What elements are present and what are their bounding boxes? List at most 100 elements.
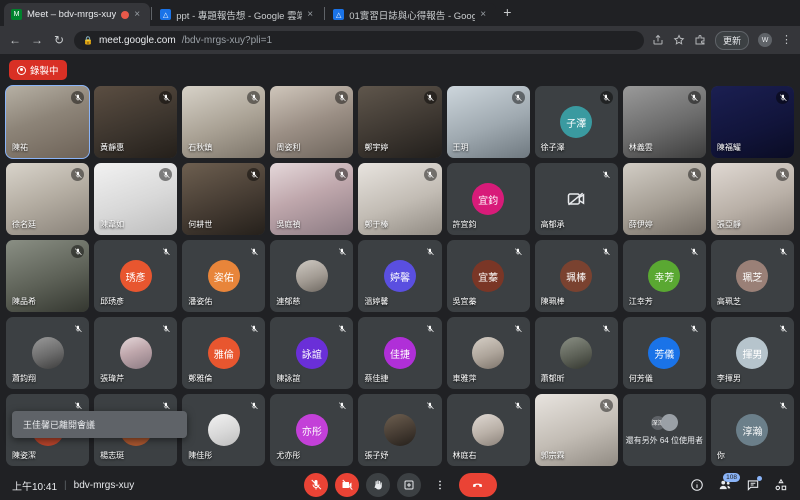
mic-muted-icon — [511, 91, 525, 104]
bookmark-star-icon[interactable] — [673, 34, 685, 46]
mic-muted-icon — [335, 322, 348, 335]
close-icon[interactable]: × — [134, 9, 143, 20]
forward-icon[interactable]: → — [30, 34, 44, 46]
participant-tile[interactable]: 石秋鎮 — [182, 86, 266, 158]
close-icon[interactable]: × — [480, 9, 489, 20]
avatar: 姿佑 — [207, 260, 240, 292]
mic-muted-icon — [423, 91, 437, 104]
avatar: 雅倫 — [207, 337, 240, 369]
address-bar[interactable]: 🔒 meet.google.com/bdv-mrgs-xuy?pli=1 — [74, 30, 644, 50]
participant-tile[interactable]: 珮芝 高珮芝 — [710, 240, 794, 312]
participant-tile[interactable]: 鄭于榛 — [358, 163, 442, 235]
tab-divider — [151, 6, 153, 20]
participant-tile[interactable]: 周姿利 — [270, 86, 354, 158]
participant-tile[interactable]: 高郁承 — [534, 163, 618, 235]
lock-icon: 🔒 — [83, 35, 93, 45]
participant-tile[interactable]: 陳品希 — [6, 240, 90, 312]
participant-name: 陳姿潔 — [12, 451, 36, 460]
participant-tile[interactable]: 詠誼 陳詠誼 — [270, 317, 354, 389]
participant-name: 潘姿佑 — [188, 297, 213, 306]
participant-tile[interactable]: 陳佳彤 — [182, 394, 266, 466]
mic-off-button[interactable] — [303, 473, 328, 497]
participant-name: 吳庭禎 — [276, 220, 301, 229]
participant-tile[interactable]: 子澤 徐子澤 — [534, 86, 618, 158]
participant-tile[interactable]: 珮棒 陳珮棒 — [534, 240, 618, 312]
mic-muted-icon — [247, 322, 260, 335]
participant-tile[interactable]: 佳捷 蔡佳捷 — [358, 317, 442, 389]
meeting-details-button[interactable] — [689, 478, 704, 493]
participant-tile[interactable]: 鄭宇婷 — [358, 86, 442, 158]
participant-tile[interactable]: 黃靜惠 — [94, 86, 178, 158]
chat-button[interactable] — [745, 475, 762, 493]
share-icon[interactable] — [652, 34, 664, 46]
participant-tile[interactable]: 琇彥 邱琇彥 — [94, 240, 178, 312]
participant-name: 陳品希 — [12, 297, 36, 306]
participant-tile[interactable]: 連郁慈 — [270, 240, 354, 312]
profile-avatar[interactable]: W — [758, 33, 772, 47]
participant-tile[interactable]: 淳瀚你 — [710, 394, 794, 466]
present-button[interactable] — [396, 473, 421, 497]
mic-muted-icon — [424, 399, 437, 412]
browser-menu-icon[interactable]: ⋮ — [781, 34, 792, 46]
camera-off-button[interactable] — [334, 473, 359, 497]
mic-muted-icon — [335, 399, 348, 412]
participant-tile[interactable]: 蕭鈞翔 — [6, 317, 90, 389]
more-options-button[interactable] — [428, 473, 452, 497]
raise-hand-button[interactable] — [365, 473, 390, 497]
participant-name: 李揮男 — [716, 374, 741, 383]
participant-tile[interactable]: 陳韋如 — [94, 163, 178, 235]
participant-tile[interactable]: 宜蓁 吳宜蓁 — [446, 240, 530, 312]
back-icon[interactable]: ← — [8, 34, 22, 46]
avatar — [295, 260, 328, 292]
mic-muted-icon — [599, 91, 613, 104]
participant-tile[interactable]: 林義雲 — [622, 86, 706, 158]
participant-tile[interactable]: 何耕世 — [182, 163, 266, 235]
participant-tile[interactable]: 吳庭禎 — [270, 163, 354, 235]
separator: | — [64, 479, 67, 491]
browser-tab-journal[interactable]: △ 01實習日誌與心得報告 - Google × — [326, 3, 497, 26]
participant-name: 蔡佳捷 — [364, 374, 389, 383]
participant-tile[interactable]: 陳祐 — [4, 85, 91, 159]
close-icon[interactable]: × — [307, 9, 316, 20]
mic-muted-icon — [776, 322, 789, 335]
browser-tab-meet[interactable]: M Meet – bdv-mrgs-xuy × — [4, 3, 151, 26]
participant-tile[interactable]: 張子妤 — [358, 394, 442, 466]
participant-tile[interactable]: 郭宗霖 — [534, 394, 618, 466]
avatar: 揮男 — [736, 337, 769, 369]
mic-muted-icon — [512, 322, 525, 335]
participants-button[interactable]: 108 — [717, 472, 740, 493]
activities-button[interactable] — [773, 478, 788, 493]
participant-tile[interactable]: 車雅萍 — [446, 317, 530, 389]
participant-tile[interactable]: 林庭右 — [446, 394, 530, 466]
participant-tile[interactable]: 蕭郁昕 — [534, 317, 618, 389]
participant-tile[interactable]: 芳儀 何芳儀 — [622, 317, 706, 389]
participant-tile[interactable]: 幸芳 江幸芳 — [622, 240, 706, 312]
new-tab-button[interactable]: + — [496, 5, 518, 21]
mic-muted-icon — [600, 168, 613, 181]
participant-tile[interactable]: 婷馨 溫婷馨 — [358, 240, 442, 312]
participant-name: 薛伊婷 — [628, 220, 653, 229]
participant-tile[interactable]: 徐名廷 — [6, 163, 90, 235]
participant-tile[interactable]: 薛伊婷 — [622, 163, 706, 235]
participant-tile[interactable]: 亦彤 尤亦彤 — [270, 394, 354, 466]
extensions-icon[interactable] — [694, 34, 706, 46]
participant-name: 王玥 — [452, 143, 469, 152]
participant-name: 蕭鈞翔 — [12, 374, 36, 383]
participant-tile[interactable]: 雅倫 鄭雅倫 — [182, 317, 266, 389]
browser-tab-ppt[interactable]: △ ppt - 專題報告想 - Google 雲端 × — [153, 3, 324, 26]
avatar — [472, 337, 505, 369]
update-button[interactable]: 更新 — [714, 30, 749, 50]
participant-tile[interactable]: 揮男李揮男 — [710, 317, 794, 389]
mic-muted-icon — [688, 322, 701, 335]
participant-tile[interactable]: 姿佑潘姿佑 — [182, 240, 266, 312]
participant-tile[interactable]: 王玥 — [446, 86, 530, 158]
participant-tile[interactable]: 張瑋芹 — [94, 317, 178, 389]
recording-badge[interactable]: 錄製中 — [9, 60, 67, 80]
participant-tile[interactable]: 宜鈞 許宜鈞 — [446, 163, 530, 235]
meet-icon: M — [11, 9, 22, 20]
participant-tile[interactable]: 陳福耀 — [710, 86, 794, 158]
more-participants-tile[interactable]: 深深 還有另外 64 位使用者 — [622, 394, 706, 466]
reload-icon[interactable]: ↻ — [52, 34, 66, 46]
hangup-button[interactable] — [458, 473, 497, 497]
participant-tile[interactable]: 張亞靜 — [710, 163, 794, 235]
